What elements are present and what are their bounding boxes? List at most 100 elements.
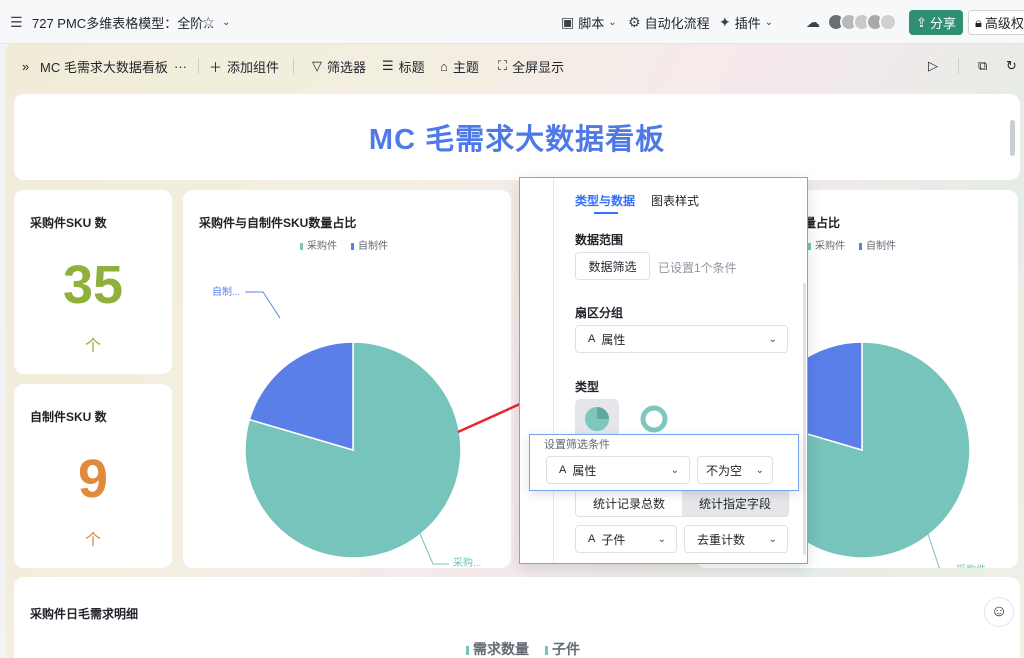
- dashboard-main-title: MC 毛需求大数据看板: [368, 124, 666, 156]
- title-icon: ☰: [382, 58, 394, 73]
- legend-item[interactable]: 子件: [545, 639, 580, 658]
- text-field-icon: A: [588, 533, 596, 545]
- share-button[interactable]: ⇪ 分享: [909, 10, 963, 35]
- legend-label: 需求数量: [473, 641, 529, 657]
- dashboard-name[interactable]: MC 毛需求大数据看板: [40, 44, 168, 88]
- tab-type-data[interactable]: 类型与数据: [575, 192, 635, 209]
- count-field-select[interactable]: A 子件 ⌄: [575, 525, 677, 553]
- theme-button[interactable]: ⌂ 主题: [440, 44, 479, 88]
- aggregation-select[interactable]: 去重计数 ⌄: [684, 525, 788, 553]
- collaborator-avatars[interactable]: [827, 13, 897, 31]
- kpi-unit: 个: [84, 338, 101, 355]
- play-icon[interactable]: ▷: [928, 44, 938, 88]
- advanced-permission-button[interactable]: 🔒︎ 高级权: [968, 10, 1024, 35]
- label-leader-line: [245, 291, 281, 319]
- filter-status-text: 已设置1个条件: [658, 261, 737, 275]
- text-field-icon: A: [559, 464, 567, 476]
- sector-group-label: 扇区分组: [575, 306, 624, 320]
- panel-scrollbar[interactable]: [803, 283, 806, 555]
- chart-title: 采购件日毛需求明细: [30, 607, 139, 621]
- chevron-down-icon[interactable]: ⌄: [222, 0, 230, 44]
- avatar: [879, 13, 897, 31]
- scrollbar[interactable]: [1010, 120, 1015, 156]
- pie-chart[interactable]: 自制... 采购...: [183, 190, 511, 568]
- more-text: ···: [174, 58, 187, 74]
- plugin-icon: ✦: [719, 13, 731, 30]
- condition-operator-select[interactable]: 不为空 ⌄: [697, 456, 773, 484]
- kpi-unit: 个: [84, 532, 101, 549]
- dashboard-canvas: » MC 毛需求大数据看板 ··· ＋ 添加组件 ▽ 筛选器 ☰ 标题 ⌂ 主题…: [6, 44, 1024, 658]
- chevron-down-icon: ⌄: [768, 533, 777, 545]
- kpi-card-purchase[interactable]: 采购件SKU 数 35 个: [14, 190, 172, 374]
- menu-icon[interactable]: ☰: [10, 0, 23, 44]
- share-label: 分享: [929, 16, 956, 31]
- donut-type-icon: [640, 405, 668, 433]
- data-range-label: 数据范围: [575, 233, 624, 247]
- app-top-bar: ☰ 727 PMC多维表格模型：全阶... ☆ ⌄ ▣ 脚本 ⌄ ⚙ 自动化流程…: [0, 0, 1024, 44]
- doc-title-text: 727 PMC多维表格模型：全阶...: [32, 15, 215, 31]
- select-value: 不为空: [706, 463, 743, 478]
- chevron-down-icon: ⌄: [608, 16, 617, 28]
- select-value: 去重计数: [697, 532, 746, 547]
- kpi-title: 自制件SKU 数: [30, 410, 107, 424]
- doc-title[interactable]: 727 PMC多维表格模型：全阶...: [32, 0, 214, 44]
- kpi-value: 9: [77, 449, 109, 509]
- assistant-icon[interactable]: ☺: [984, 597, 1014, 627]
- donut-type-option[interactable]: [638, 403, 670, 435]
- refresh-icon[interactable]: ↻: [1006, 44, 1017, 88]
- tab-label: 类型与数据: [575, 194, 636, 208]
- export-icon[interactable]: ⧉: [978, 44, 987, 88]
- filter-label: 筛选器: [327, 59, 367, 75]
- count-field-option[interactable]: 统计指定字段: [682, 490, 788, 516]
- filter-condition-popup[interactable]: 设置筛选条件 A 属性 ⌄ 不为空 ⌄: [529, 434, 799, 491]
- sector-field-select[interactable]: A 属性 ⌄: [575, 325, 788, 353]
- plus-icon: ＋: [209, 59, 223, 75]
- pie-chart-card[interactable]: 采购件与自制件SKU数量占比 采购件 自制件 自制... 采购...: [183, 190, 511, 568]
- chevron-down-icon: ⌄: [670, 464, 679, 476]
- divider: [198, 58, 199, 74]
- star-icon[interactable]: ☆: [202, 0, 215, 44]
- popup-title: 设置筛选条件: [544, 439, 610, 451]
- title-card[interactable]: MC 毛需求大数据看板: [14, 94, 1020, 180]
- advanced-label: 高级权: [984, 16, 1024, 31]
- condition-field-select[interactable]: A 属性 ⌄: [546, 456, 690, 484]
- robot-icon: ⚙: [628, 13, 641, 30]
- slice-label: 自制...: [212, 285, 240, 298]
- chart-legend: 需求数量 子件: [466, 639, 580, 658]
- cloud-sync-icon[interactable]: ☁: [806, 0, 820, 44]
- theme-label: 主题: [452, 59, 479, 75]
- detail-card[interactable]: 采购件日毛需求明细 需求数量 子件 ☺: [14, 577, 1020, 658]
- expand-sidebar-icon[interactable]: »: [22, 44, 29, 88]
- funnel-icon: ▽: [312, 58, 322, 73]
- chart-type-label: 类型: [575, 380, 600, 394]
- script-label: 脚本: [578, 15, 605, 31]
- kpi-card-self-made[interactable]: 自制件SKU 数 9 个: [14, 384, 172, 568]
- legend-item[interactable]: 需求数量: [466, 639, 529, 658]
- automation-menu[interactable]: ⚙ 自动化流程: [628, 0, 710, 44]
- add-widget-label: 添加组件: [227, 59, 280, 75]
- tab-indicator: [594, 212, 618, 214]
- plugin-menu[interactable]: ✦ 插件 ⌄: [719, 0, 773, 44]
- title-button[interactable]: ☰ 标题: [382, 44, 425, 88]
- chevron-down-icon: ⌄: [768, 333, 777, 345]
- more-icon[interactable]: ···: [174, 44, 187, 88]
- lock-icon: 🔒︎: [975, 14, 982, 30]
- divider: [293, 58, 294, 74]
- fullscreen-button[interactable]: ⛶ 全屏显示: [498, 44, 564, 88]
- panel-gutter: [520, 178, 554, 563]
- filter-button[interactable]: ▽ 筛选器: [312, 44, 366, 88]
- kpi-title: 采购件SKU 数: [30, 216, 107, 230]
- script-menu[interactable]: ▣ 脚本 ⌄: [561, 0, 617, 44]
- chevron-down-icon: ⌄: [764, 16, 774, 28]
- automation-label: 自动化流程: [644, 15, 710, 31]
- select-value: 属性: [572, 463, 597, 478]
- tab-chart-style[interactable]: 图表样式: [651, 192, 699, 209]
- add-widget-button[interactable]: ＋ 添加组件: [209, 44, 279, 88]
- fullscreen-label: 全屏显示: [512, 59, 565, 75]
- share-icon: ⇪: [916, 14, 927, 30]
- count-records-option[interactable]: 统计记录总数: [576, 490, 682, 516]
- chart-config-panel[interactable]: 类型与数据 图表样式 数据范围 数据筛选 已设置1个条件 扇区分组 A 属性 ⌄…: [519, 177, 808, 564]
- data-filter-button[interactable]: 数据筛选: [575, 252, 650, 280]
- segment-label: 统计记录总数: [592, 496, 665, 511]
- pie-type-option[interactable]: [575, 399, 619, 439]
